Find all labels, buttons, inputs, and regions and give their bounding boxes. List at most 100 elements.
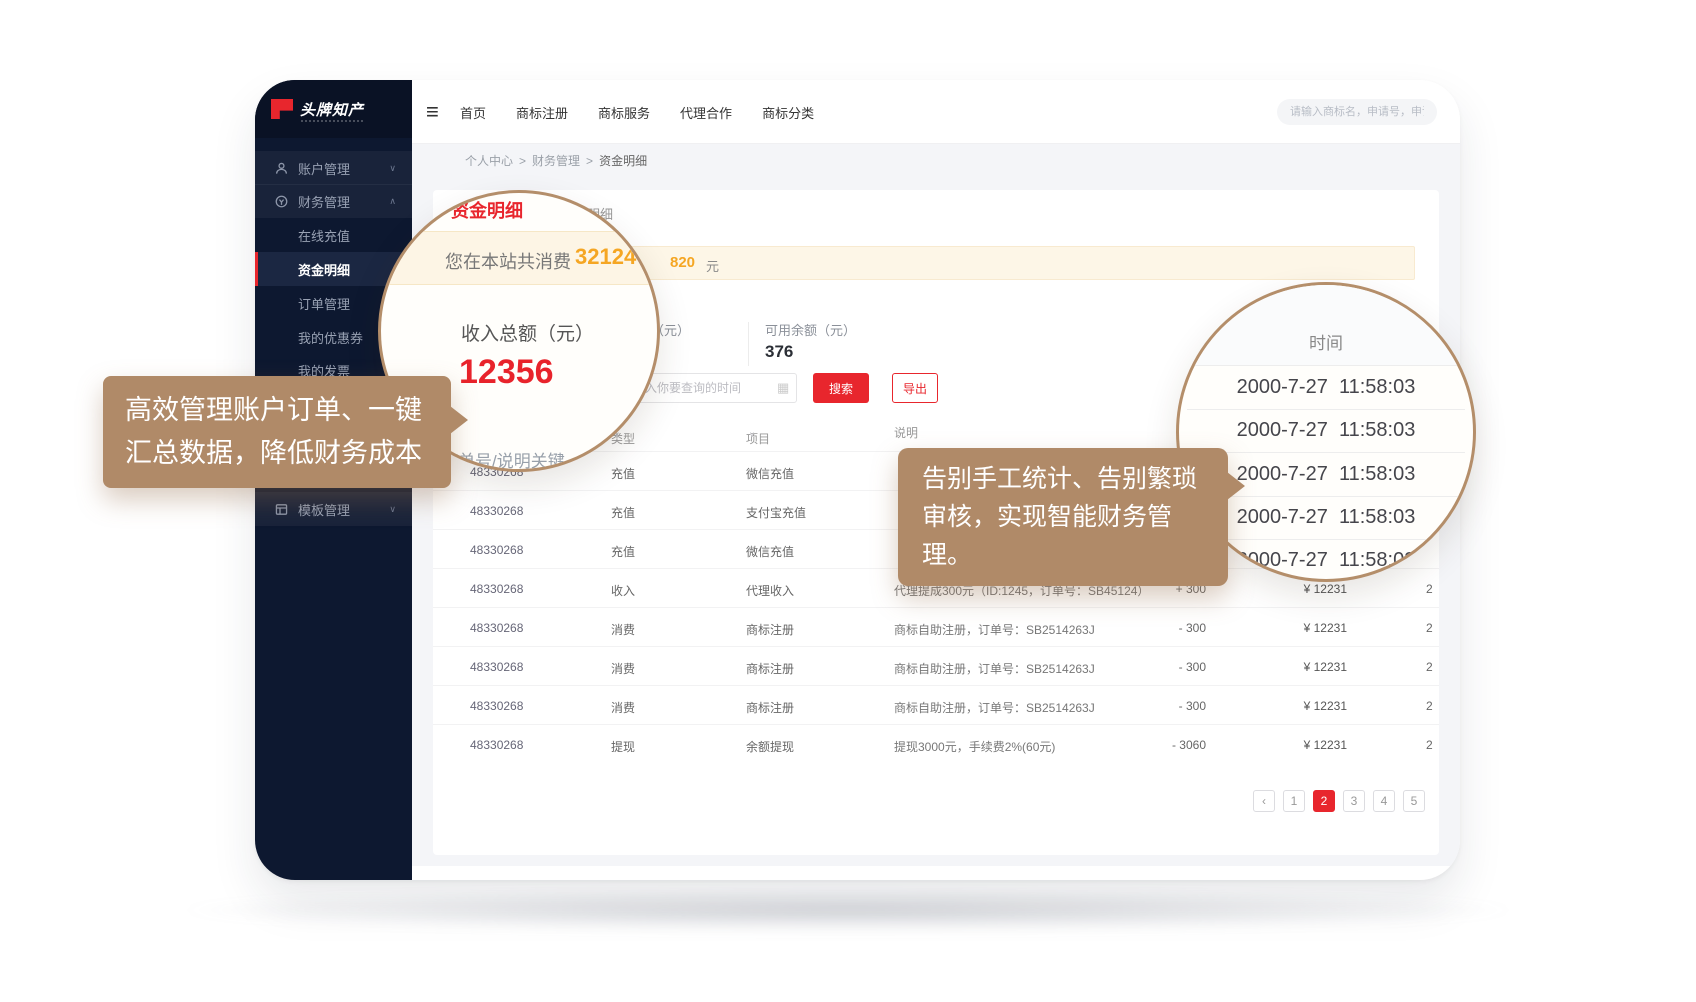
banner-amount: 820 [670,254,695,271]
magnified-banner-unit: 元 [641,248,659,274]
magnified-banner-prefix: 您在本站共消费 [445,248,571,274]
top-navigation: 首页 商标注册 商标服务 代理合作 商标分类 [460,80,814,144]
pagination: ‹ 1 2 3 4 5 [1253,790,1425,812]
calendar-icon[interactable]: ▦ [777,380,789,396]
breadcrumb-item[interactable]: 个人中心 [465,152,513,169]
cell-type: 消费 [611,621,635,638]
cell-type: 消费 [611,699,635,716]
search-button[interactable]: 搜索 [813,373,869,403]
sidebar-item-label: 账户管理 [298,159,350,178]
finance-icon [274,194,289,209]
cell-type: 消费 [611,660,635,677]
nav-item-trademark-register[interactable]: 商标注册 [516,103,568,122]
row-separator [1187,409,1465,410]
sidebar-item-label: 订单管理 [298,294,350,313]
laptop-base-shadow [58,884,1638,936]
cell-desc: 商标自助注册，订单号：SB2514263J [894,621,1095,638]
cell-balance: ¥ 12231 [1304,621,1347,635]
cell-project: 代理收入 [746,582,794,599]
cell-type: 收入 [611,582,635,599]
breadcrumb-separator: > [519,154,526,168]
cell-amount: - 300 [1179,621,1206,635]
template-icon [274,502,289,517]
magnified-tab-fragment: 资金明细 [451,197,523,223]
topbar: ≡ 首页 商标注册 商标服务 代理合作 商标分类 [412,80,1460,144]
magnified-income-value: 12356 [459,353,554,392]
cell-project: 余额提现 [746,738,794,755]
cell-balance: ¥ 12231 [1304,738,1347,752]
breadcrumb-separator: > [586,154,593,168]
brand-logo-icon [271,99,293,119]
table-row: 48330268 提现 余额提现 提现3000元，手续费2%(60元) - 30… [433,724,1439,763]
cell-project: 商标注册 [746,621,794,638]
magnified-income-label: 收入总额（元） [461,319,594,346]
nav-item-trademark-service[interactable]: 商标服务 [598,103,650,122]
sidebar-item-label: 模板管理 [298,500,350,519]
banner-unit: 元 [706,256,719,275]
magnified-banner: 您在本站共消费 32124 元 [378,231,660,285]
pagination-page-1[interactable]: 1 [1283,790,1305,812]
cell-amount: - 300 [1179,699,1206,713]
cell-desc: 提现3000元，手续费2%(60元) [894,738,1055,755]
export-button[interactable]: 导出 [892,373,938,403]
cell-amount: - 300 [1179,660,1206,674]
nav-item-agency[interactable]: 代理合作 [680,103,732,122]
table-row: 48330268 消费 商标注册 商标自助注册，订单号：SB2514263J -… [433,685,1439,724]
cell-order: 48330268 [470,543,523,557]
available-balance-label: 可用余额（元） [765,320,856,339]
brand-logo[interactable]: 头牌知产 [255,80,412,138]
pagination-page-3[interactable]: 3 [1343,790,1365,812]
pagination-page-5[interactable]: 5 [1403,790,1425,812]
pagination-page-4[interactable]: 4 [1373,790,1395,812]
available-balance-value: 376 [765,342,793,362]
cell-type: 充值 [611,543,635,560]
pagination-prev-button[interactable]: ‹ [1253,790,1275,812]
stage: 头牌知产 账户管理 ∨ 财务管理 ∧ 在线充值 资金 [0,0,1696,1002]
table-row: 48330268 消费 商标注册 商标自助注册，订单号：SB2514263J -… [433,607,1439,646]
breadcrumb: 个人中心 > 财务管理 > 资金明细 [465,144,647,177]
table-row: 48330268 消费 商标注册 商标自助注册，订单号：SB2514263J -… [433,646,1439,685]
hamburger-menu-icon[interactable]: ≡ [426,99,439,125]
cell-order: 48330268 [470,582,523,596]
sidebar-item-finance[interactable]: 财务管理 ∧ [255,184,412,218]
nav-item-trademark-category[interactable]: 商标分类 [762,103,814,122]
header-desc: 说明 [894,424,918,441]
nav-item-home[interactable]: 首页 [460,103,486,122]
pagination-page-2-active[interactable]: 2 [1313,790,1335,812]
cell-balance: ¥ 12231 [1304,582,1347,596]
cell-project: 微信充值 [746,465,794,482]
cell-project: 支付宝充值 [746,504,806,521]
cell-type: 充值 [611,504,635,521]
cell-desc: 商标自助注册，订单号：SB2514263J [894,660,1095,677]
cell-time: 2 [1426,699,1433,713]
cell-order: 48330268 [470,660,523,674]
sidebar-item-account[interactable]: 账户管理 ∨ [255,151,412,185]
magnified-time-value: 2000-7-27 11:58:03 [1179,419,1473,442]
callout-left: 高效管理账户订单、一键汇总数据，降低财务成本 [103,376,451,488]
breadcrumb-item[interactable]: 财务管理 [532,152,580,169]
callout-right: 告别手工统计、告别繁琐审核，实现智能财务管理。 [898,448,1228,586]
cell-order: 48330268 [470,504,523,518]
chevron-down-icon: ∨ [389,163,396,174]
magnified-time-header: 时间 [1179,329,1473,354]
cell-type: 提现 [611,738,635,755]
sort-caret-icon[interactable]: ∨ [749,430,755,439]
row-separator [1187,539,1465,540]
sidebar-item-label: 资金明细 [298,260,350,279]
sidebar-item-label: 财务管理 [298,192,350,211]
user-icon [274,161,289,176]
sidebar-item-label: 在线充值 [298,226,350,245]
cell-amount: - 3060 [1172,738,1206,752]
cell-desc: 商标自助注册，订单号：SB2514263J [894,699,1095,716]
chevron-up-icon: ∧ [389,196,396,207]
cell-time: 2 [1426,621,1433,635]
chevron-down-icon: ∨ [389,504,396,515]
cell-time: 2 [1426,582,1433,596]
sidebar-item-templates[interactable]: 模板管理 ∨ [255,492,412,526]
magnified-order-header-fragment: 订单号/说明关键 [441,447,565,472]
cell-order: 48330268 [470,699,523,713]
breadcrumb-current: 资金明细 [599,152,647,169]
sidebar-item-label: 我的优惠券 [298,328,363,347]
cell-balance: ¥ 12231 [1304,699,1347,713]
global-search-input[interactable] [1277,99,1437,125]
